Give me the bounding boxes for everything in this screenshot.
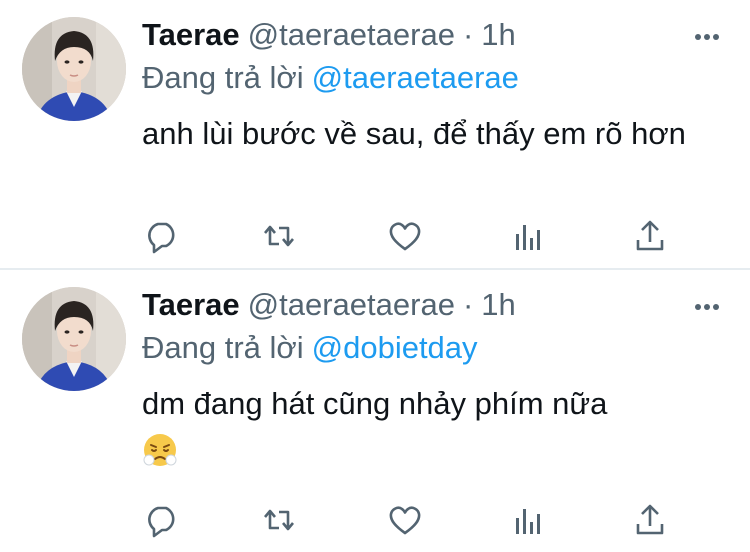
replying-label: Đang trả lời (142, 60, 304, 95)
heart-icon[interactable] (385, 500, 425, 540)
more-dots-icon[interactable] (694, 30, 720, 42)
timestamp[interactable]: 1h (481, 17, 515, 52)
steam-from-nose-emoji: 😤 (142, 432, 178, 473)
replying-to: Đang trả lời @dobietday (142, 328, 478, 368)
avatar[interactable] (22, 287, 126, 391)
tweet-header: Taerae @taeraetaerae · 1h (142, 14, 516, 56)
retweet-icon[interactable] (259, 216, 299, 256)
share-upload-icon[interactable] (630, 500, 670, 540)
bar-chart-icon[interactable] (508, 216, 548, 256)
tweet-text: dm đang hát cũng nhảy phím nữa (142, 386, 608, 421)
tweet-actions (142, 500, 722, 540)
replying-label: Đang trả lời (142, 330, 304, 365)
display-name[interactable]: Taerae (142, 17, 240, 52)
tweet[interactable]: Taerae @taeraetaerae · 1h Đang trả lời @dobi… (0, 270, 750, 552)
user-handle[interactable]: @taeraetaerae (248, 287, 455, 322)
share-upload-icon[interactable] (630, 216, 670, 256)
retweet-icon[interactable] (259, 500, 299, 540)
reply-bubble-icon[interactable] (142, 500, 182, 540)
tweet-text: anh lùi bước về sau, để thấy em rõ hơn (142, 116, 686, 151)
replying-to: Đang trả lời @taeraetaerae (142, 58, 519, 98)
display-name[interactable]: Taerae (142, 287, 240, 322)
avatar[interactable] (22, 17, 126, 121)
tweet-actions (142, 216, 722, 256)
bar-chart-icon[interactable] (508, 500, 548, 540)
reply-bubble-icon[interactable] (142, 216, 182, 256)
heart-icon[interactable] (385, 216, 425, 256)
tweet-header: Taerae @taeraetaerae · 1h (142, 284, 516, 326)
more-dots-icon[interactable] (694, 300, 720, 312)
replying-to-link[interactable]: @dobietday (312, 330, 478, 365)
replying-to-link[interactable]: @taeraetaerae (312, 60, 519, 95)
timestamp[interactable]: 1h (481, 287, 515, 322)
user-handle[interactable]: @taeraetaerae (248, 17, 455, 52)
tweet[interactable]: Taerae @taeraetaerae · 1h Đang trả lời @taer… (0, 0, 750, 268)
separator-dot: · (462, 287, 474, 322)
separator-dot: · (462, 17, 474, 52)
